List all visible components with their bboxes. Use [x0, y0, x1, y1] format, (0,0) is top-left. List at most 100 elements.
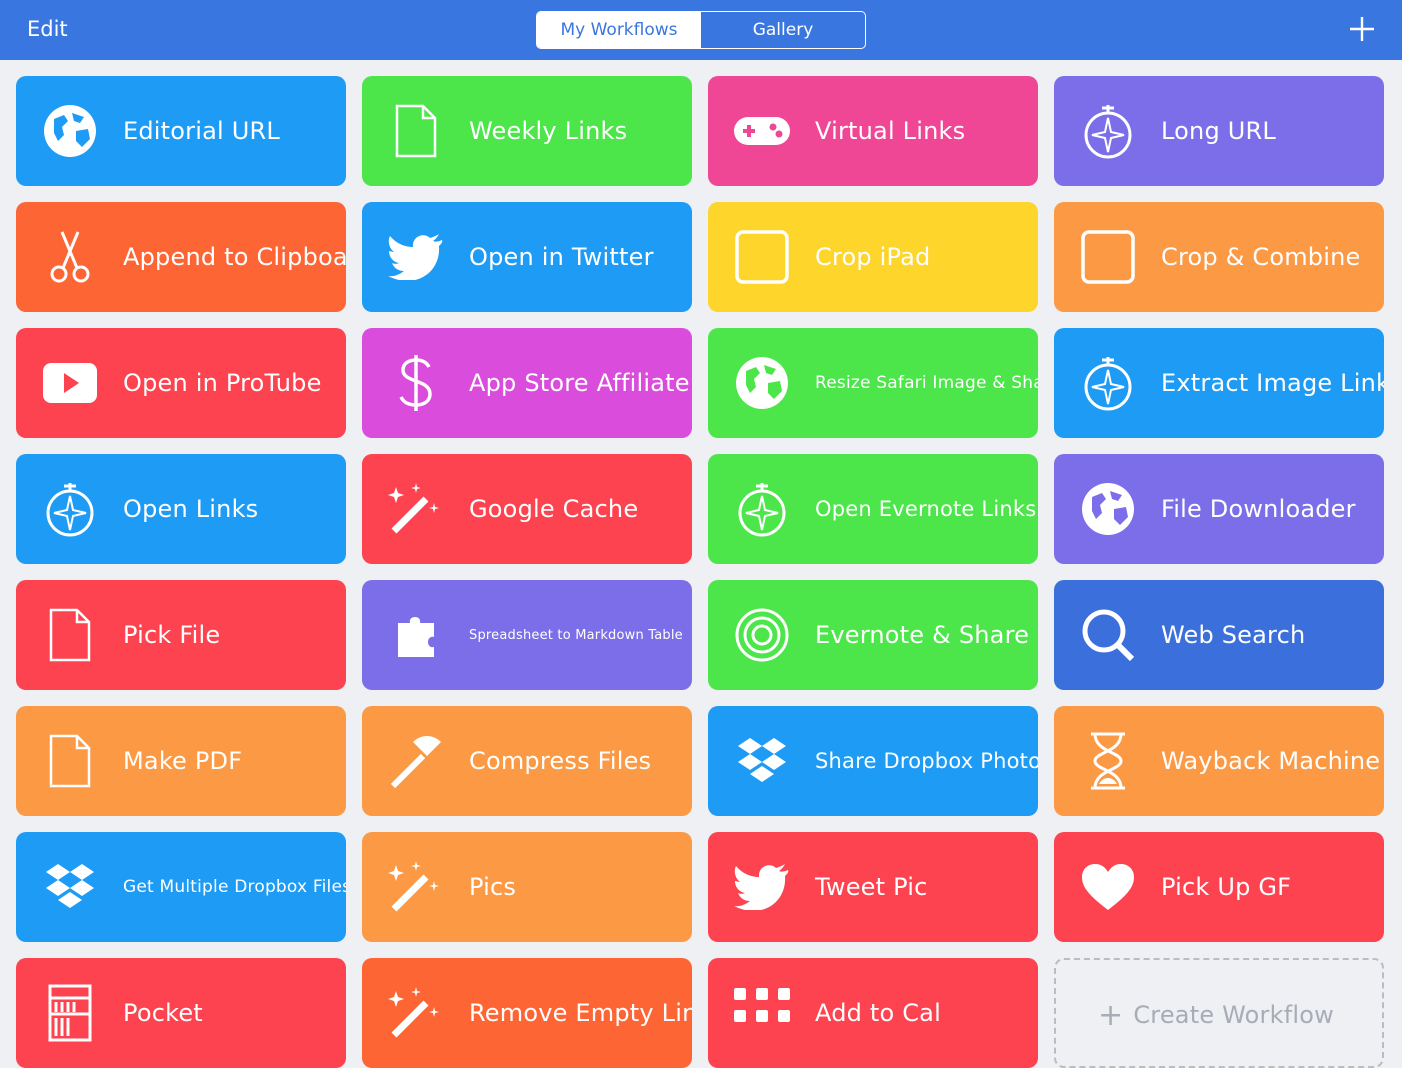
hourglass-icon	[1078, 731, 1138, 791]
globe-icon	[40, 101, 100, 161]
workflow-title: Pick File	[123, 621, 221, 649]
workflow-title: Web Search	[1161, 621, 1306, 649]
magic-wand-icon	[386, 857, 446, 917]
workflow-card[interactable]: Open in ProTube	[16, 328, 346, 438]
workflow-card[interactable]: Remove Empty Lines	[362, 958, 692, 1068]
heart-icon	[1078, 857, 1138, 917]
workflow-title: Crop iPad	[815, 243, 931, 271]
document-icon	[40, 605, 100, 665]
puzzle-icon	[386, 605, 446, 665]
dropbox-icon	[40, 857, 100, 917]
workflow-title: Pocket	[123, 999, 203, 1027]
gamepad-icon	[732, 101, 792, 161]
workflow-title: Pics	[469, 873, 517, 901]
twitter-bird-icon	[732, 857, 792, 917]
workflow-card[interactable]: Make PDF	[16, 706, 346, 816]
workflow-title: Open Evernote Links	[815, 497, 1037, 521]
plus-icon[interactable]	[1346, 13, 1378, 45]
twitter-bird-icon	[386, 227, 446, 287]
workflow-card[interactable]: Open Evernote Links	[708, 454, 1038, 564]
square-icon	[1078, 227, 1138, 287]
workflow-title: Share Dropbox Photo	[815, 749, 1038, 773]
scissors-icon	[40, 227, 100, 287]
document-icon	[40, 731, 100, 791]
top-navbar: Edit My Workflows Gallery	[0, 0, 1402, 60]
workflow-card[interactable]: Editorial URL	[16, 76, 346, 186]
workflow-title: Append to Clipboard	[123, 243, 346, 271]
workflow-card[interactable]: Evernote & Share	[708, 580, 1038, 690]
workflow-card[interactable]: Pocket	[16, 958, 346, 1068]
create-workflow-button[interactable]: + Create Workflow	[1054, 958, 1384, 1068]
workflow-title: Open in Twitter	[469, 243, 654, 271]
workflow-card[interactable]: Web Search	[1054, 580, 1384, 690]
workflow-card[interactable]: Pick File	[16, 580, 346, 690]
workflow-title: Crop & Combine	[1161, 243, 1361, 271]
compass-icon	[40, 479, 100, 539]
workflow-title: Spreadsheet to Markdown Table	[469, 627, 683, 643]
workflow-title: Evernote & Share	[815, 621, 1030, 649]
create-workflow-label: + Create Workflow	[1098, 960, 1374, 1066]
workflow-card[interactable]: Compress Files	[362, 706, 692, 816]
workflow-card[interactable]: File Downloader	[1054, 454, 1384, 564]
dropbox-icon	[732, 731, 792, 791]
dollar-icon	[386, 353, 446, 413]
edit-button[interactable]: Edit	[27, 17, 68, 41]
target-icon	[732, 605, 792, 665]
globe-icon	[1078, 479, 1138, 539]
plus-icon: +	[1098, 997, 1124, 1033]
workflow-card[interactable]: Get Multiple Dropbox Files	[16, 832, 346, 942]
workflow-title: App Store Affiliate	[469, 369, 690, 397]
workflow-card[interactable]: Append to Clipboard	[16, 202, 346, 312]
workflow-card[interactable]: Extract Image Links	[1054, 328, 1384, 438]
workflow-title: Virtual Links	[815, 117, 966, 145]
workflow-title: Tweet Pic	[815, 873, 928, 901]
search-icon	[1078, 605, 1138, 665]
workflow-card[interactable]: Add to Cal	[708, 958, 1038, 1068]
workflow-card[interactable]: Open Links	[16, 454, 346, 564]
workflow-card[interactable]: Wayback Machine	[1054, 706, 1384, 816]
books-icon	[40, 983, 100, 1043]
workflow-card[interactable]: Virtual Links	[708, 76, 1038, 186]
compass-icon	[1078, 353, 1138, 413]
workflow-card[interactable]: Long URL	[1054, 76, 1384, 186]
create-workflow-text: Create Workflow	[1133, 1001, 1334, 1029]
tab-my-workflows[interactable]: My Workflows	[537, 12, 701, 48]
workflow-title: Pick Up GF	[1161, 873, 1292, 901]
workflow-title: Remove Empty Lines	[469, 999, 692, 1027]
workflow-title: Get Multiple Dropbox Files	[123, 877, 346, 897]
compass-icon	[1078, 101, 1138, 161]
workflow-title: File Downloader	[1161, 495, 1356, 523]
play-button-icon	[40, 353, 100, 413]
workflow-title: Open in ProTube	[123, 369, 322, 397]
workflow-card[interactable]: Crop & Combine	[1054, 202, 1384, 312]
workflow-title: Extract Image Links	[1161, 369, 1384, 397]
magic-wand-icon	[386, 479, 446, 539]
workflow-card[interactable]: Crop iPad	[708, 202, 1038, 312]
workflows-segmented-control: My Workflows Gallery	[536, 11, 866, 49]
workflow-card[interactable]: Weekly Links	[362, 76, 692, 186]
workflow-title: Make PDF	[123, 747, 243, 775]
workflow-card[interactable]: Open in Twitter	[362, 202, 692, 312]
workflow-card[interactable]: Share Dropbox Photo	[708, 706, 1038, 816]
workflow-card[interactable]: Resize Safari Image & Share	[708, 328, 1038, 438]
workflow-card[interactable]: Google Cache	[362, 454, 692, 564]
grid-icon	[732, 983, 792, 1043]
workflow-title: Editorial URL	[123, 117, 280, 145]
workflow-title: Add to Cal	[815, 999, 941, 1027]
magic-wand-icon	[386, 983, 446, 1043]
compass-icon	[732, 479, 792, 539]
workflow-card[interactable]: Tweet Pic	[708, 832, 1038, 942]
workflow-title: Google Cache	[469, 495, 639, 523]
hammer-icon	[386, 731, 446, 791]
workflow-card[interactable]: Pics	[362, 832, 692, 942]
workflow-title: Open Links	[123, 495, 259, 523]
workflow-grid: Editorial URL Weekly Links Virtual Links Lo…	[16, 76, 1384, 1068]
workflow-card[interactable]: Pick Up GF	[1054, 832, 1384, 942]
square-icon	[732, 227, 792, 287]
workflow-title: Long URL	[1161, 117, 1276, 145]
workflow-card[interactable]: Spreadsheet to Markdown Table	[362, 580, 692, 690]
workflow-title: Resize Safari Image & Share	[815, 373, 1038, 393]
workflow-title: Compress Files	[469, 747, 652, 775]
tab-gallery[interactable]: Gallery	[701, 12, 865, 48]
workflow-card[interactable]: App Store Affiliate	[362, 328, 692, 438]
